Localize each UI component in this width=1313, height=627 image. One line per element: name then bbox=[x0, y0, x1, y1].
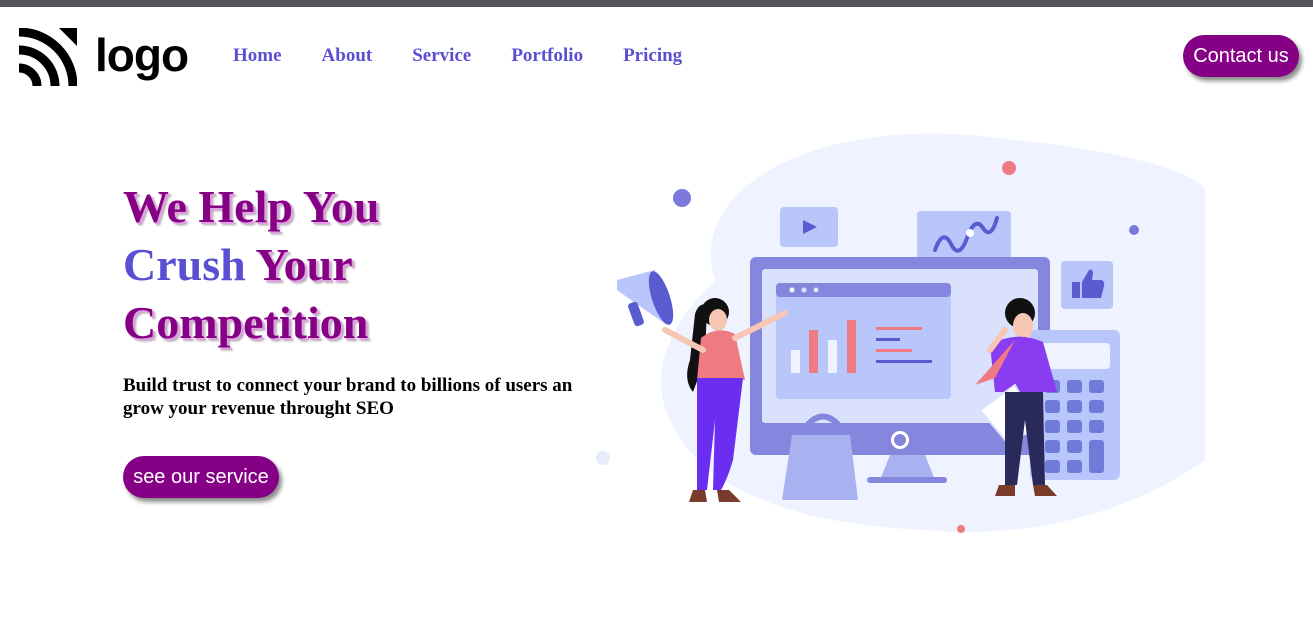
hero-heading-line3: Competition bbox=[123, 297, 369, 348]
nav-item-portfolio[interactable]: Portfolio bbox=[511, 45, 583, 67]
hero-heading-accent: Crush bbox=[123, 239, 246, 290]
nav-item-home[interactable]: Home bbox=[233, 45, 282, 67]
hero-heading-line2: Your bbox=[245, 239, 353, 290]
main-nav: Home About Service Portfolio Pricing bbox=[233, 45, 722, 67]
nav-item-pricing[interactable]: Pricing bbox=[623, 45, 682, 67]
logo-text: logo bbox=[95, 29, 189, 81]
signal-waves-icon bbox=[19, 28, 77, 86]
hero-heading-line1: We Help You bbox=[123, 181, 380, 232]
top-border-bar bbox=[0, 0, 1313, 7]
megaphone-icon bbox=[617, 270, 674, 327]
video-card-icon bbox=[780, 207, 838, 247]
see-our-service-button[interactable]: see our service bbox=[123, 456, 279, 498]
hero-heading: We Help You Crush Your Competition bbox=[123, 178, 613, 352]
hero-section: We Help You Crush Your Competition Build… bbox=[123, 178, 613, 420]
seo-marketing-illustration bbox=[596, 133, 1205, 533]
nav-item-service[interactable]: Service bbox=[412, 45, 471, 67]
hero-description: Build trust to connect your brand to bil… bbox=[123, 375, 573, 419]
logo[interactable]: logo bbox=[19, 27, 189, 87]
contact-us-button[interactable]: Contact us bbox=[1183, 35, 1299, 77]
thumbs-up-card-icon bbox=[1061, 261, 1113, 309]
nav-item-about[interactable]: About bbox=[322, 45, 373, 67]
